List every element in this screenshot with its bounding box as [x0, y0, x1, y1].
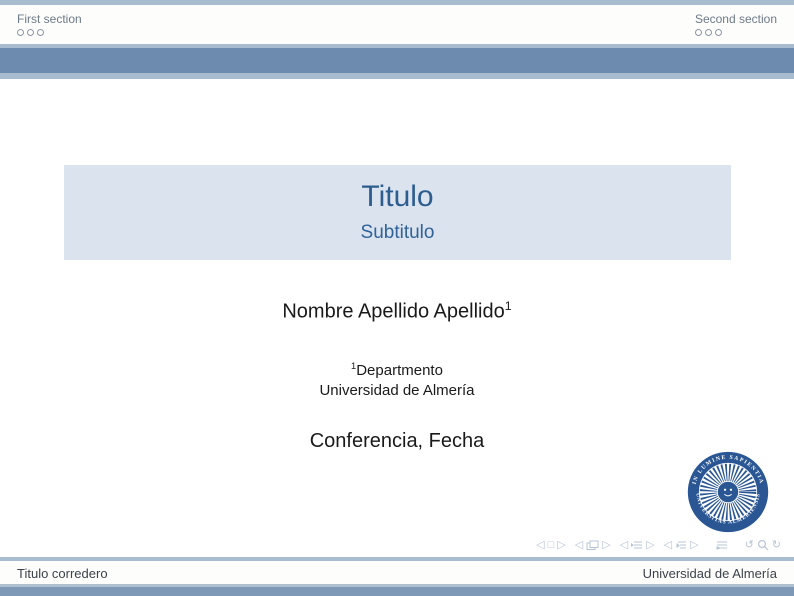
next-frame-icon[interactable]: ▷ — [602, 538, 610, 552]
slide-title: Titulo — [361, 180, 433, 214]
nav-group-section: ◁ ▷ — [620, 538, 655, 552]
footer-steel-bar — [0, 587, 794, 596]
section-link-first[interactable]: First section — [17, 12, 82, 26]
presentation-icon[interactable] — [716, 540, 728, 550]
section-nav-first: First section — [17, 12, 82, 36]
seal-face-eye — [724, 489, 726, 491]
mini-frame-dot[interactable] — [37, 29, 44, 36]
author-footnote-mark: 1 — [505, 299, 512, 313]
institute-department: Departmento — [356, 362, 443, 379]
section-link-second[interactable]: Second section — [695, 12, 777, 26]
slide-subtitle: Subtitulo — [361, 221, 435, 245]
seal-face-eye — [730, 489, 732, 491]
seal-sun-face — [718, 482, 739, 503]
beamer-navigation-bar: ◁ □ ▷ ◁ ▷ ◁ ▷ ◁ ▷ — [527, 538, 781, 552]
back-icon[interactable]: ↺ — [745, 538, 754, 552]
nav-group-frame: ◁ ▷ — [575, 538, 611, 552]
forward-icon[interactable]: ↻ — [772, 538, 781, 552]
prev-frame-icon[interactable]: ◁ — [575, 538, 583, 552]
subsection-icon[interactable] — [675, 540, 687, 550]
slide-icon[interactable]: □ — [548, 538, 555, 552]
mini-frame-dot[interactable] — [17, 29, 24, 36]
mini-frame-dots-second — [695, 29, 777, 36]
university-seal-logo: IN LUMINE SAPIENTIA UNIVERSITAS ALMERIEN… — [687, 451, 769, 533]
prev-subsection-icon[interactable]: ◁ — [664, 538, 672, 552]
author-line: Nombre Apellido Apellido1 — [0, 299, 794, 324]
prev-section-icon[interactable]: ◁ — [620, 538, 628, 552]
nav-group-presentation — [716, 540, 728, 550]
mini-frame-dot[interactable] — [27, 29, 34, 36]
nav-group-tools: ↺ ↻ — [745, 538, 781, 552]
frames-icon[interactable] — [586, 540, 599, 551]
mini-frame-dots-first — [17, 29, 82, 36]
header-divider-bottom — [0, 73, 794, 79]
header-navigation-band: First section Second section — [0, 5, 794, 44]
next-subsection-icon[interactable]: ▷ — [690, 538, 698, 552]
conference-date-line: Conferencia, Fecha — [0, 430, 794, 453]
mini-frame-dot[interactable] — [705, 29, 712, 36]
institute-department-line: 1Departmento — [0, 361, 794, 379]
footer-short-title: Titulo corredero — [17, 566, 108, 581]
section-nav-second: Second section — [695, 12, 777, 36]
mini-frame-dot[interactable] — [715, 29, 722, 36]
find-icon[interactable] — [757, 539, 769, 551]
prev-slide-icon[interactable]: ◁ — [536, 538, 544, 552]
next-slide-icon[interactable]: ▷ — [557, 538, 565, 552]
beamer-title-slide: First section Second section Titulo Subt… — [0, 0, 794, 596]
author-name: Nombre Apellido Apellido — [282, 301, 504, 323]
title-panel: Titulo Subtitulo — [64, 165, 731, 260]
mini-frame-dot[interactable] — [695, 29, 702, 36]
section-icon[interactable] — [631, 540, 643, 550]
institute-university-line: Universidad de Almería — [0, 382, 794, 399]
nav-group-slide: ◁ □ ▷ — [536, 538, 566, 552]
header-steel-bar — [0, 48, 794, 73]
footer-institution: Universidad de Almería — [643, 566, 777, 581]
next-section-icon[interactable]: ▷ — [646, 538, 654, 552]
nav-group-subsection: ◁ ▷ — [664, 538, 699, 552]
